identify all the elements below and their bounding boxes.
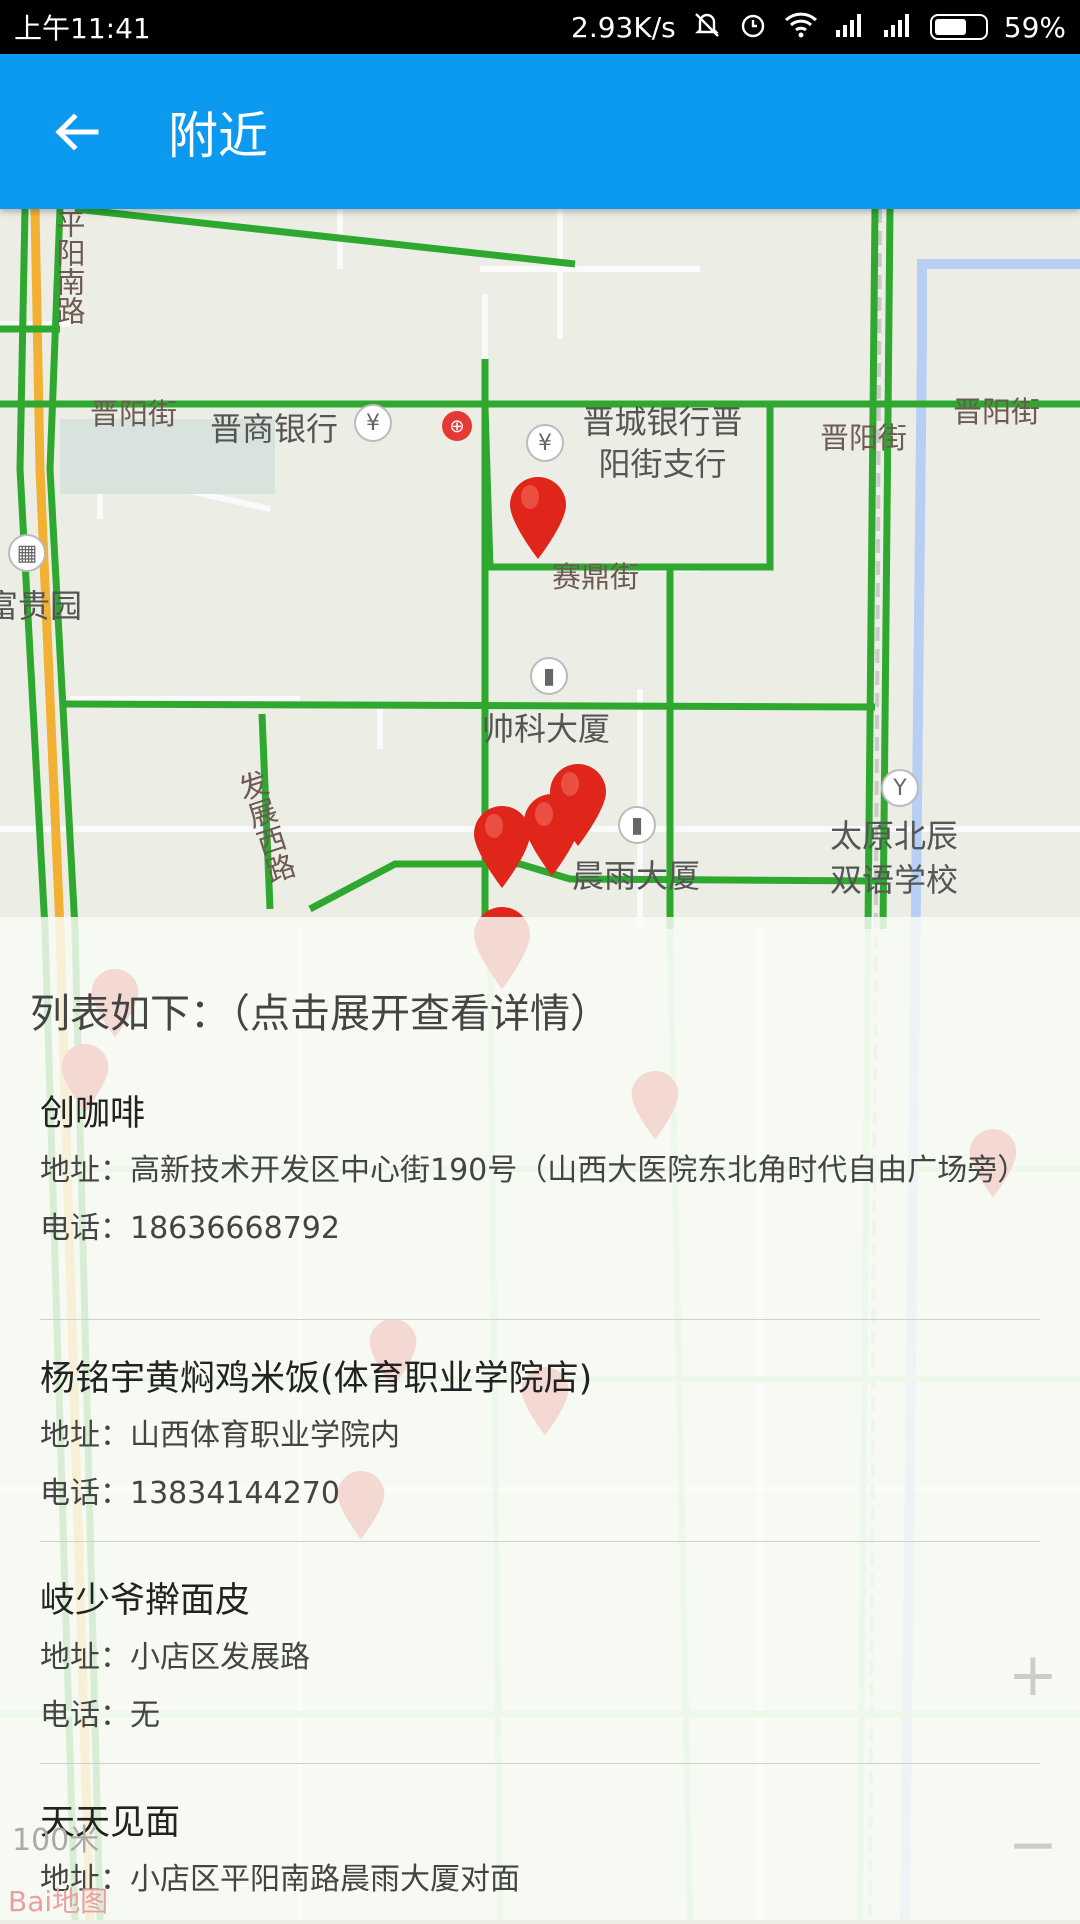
map-label-school: 太原北辰双语学校 [830, 817, 959, 899]
zoom-in-button[interactable]: + [1008, 1640, 1058, 1710]
signal-icon [882, 12, 914, 43]
alarm-icon [738, 10, 768, 45]
map-label-place: 富贵园 [0, 587, 83, 625]
map-label-road: 晋阳街 [953, 395, 1041, 429]
map-scale: 100米 [12, 1823, 100, 1858]
signal-icon [834, 12, 866, 43]
list-item[interactable]: 岐少爷擀面皮 地址：小店区发展路 电话：无 [40, 1572, 1040, 1753]
shop-name: 杨铭宇黄焖鸡米饭(体育职业学院店) [40, 1359, 593, 1399]
mute-icon [692, 10, 722, 45]
wifi-icon [784, 11, 818, 44]
divider [40, 1763, 1040, 1764]
bank-icon[interactable]: ¥ [354, 404, 392, 442]
status-bar: 上午11:41 2.93K/s 59% [0, 0, 1080, 54]
map-label-road: 晋阳街 [820, 421, 908, 455]
shop-address: 地址：小店区发展路 [40, 1640, 310, 1675]
battery-icon [929, 14, 988, 40]
shop-name: 天天见面 [40, 1803, 181, 1843]
list-item[interactable]: 天天见面 地址：小店区平阳南路晨雨大厦对面 [40, 1794, 1040, 1917]
map-label-building: 帅科大厦 [482, 710, 611, 748]
shop-name: 创咖啡 [40, 1094, 146, 1134]
net-speed: 2.93K/s [571, 10, 676, 44]
map-label-road: 平阳南路 [52, 209, 86, 325]
location-pin-icon[interactable] [548, 764, 608, 848]
status-time: 上午11:41 [14, 12, 151, 45]
zoom-out-button[interactable]: − [1008, 1810, 1058, 1880]
icbc-bank-icon[interactable]: ⊕ [442, 411, 472, 441]
school-icon[interactable]: Y [881, 769, 919, 807]
page-title: 附近 [168, 106, 268, 165]
map-label-road: 晋阳街 [90, 397, 178, 431]
location-pin-icon[interactable] [508, 477, 568, 561]
shop-phone: 电话：18636668792 [40, 1211, 340, 1246]
divider [40, 1319, 1040, 1320]
map-label-bank: 晋商银行 [210, 410, 339, 448]
bank-icon[interactable]: ¥ [526, 424, 564, 462]
map-label-bank: 晋城银行晋阳街支行 [582, 403, 743, 483]
building-icon[interactable]: ▮ [530, 657, 568, 695]
battery-percent: 59% [1003, 10, 1066, 44]
back-button[interactable] [52, 107, 102, 157]
list-item[interactable]: 创咖啡 地址：高新技术开发区中心街190号（山西大医院东北角时代自由广场旁） 电… [40, 1085, 1040, 1266]
arrow-left-icon [55, 112, 99, 151]
building-icon[interactable]: ▮ [618, 806, 656, 844]
list-heading: 列表如下：（点击展开查看详情） [30, 991, 610, 1037]
shop-phone: 电话：无 [40, 1698, 160, 1733]
list-item[interactable]: 杨铭宇黄焖鸡米饭(体育职业学院店) 地址：山西体育职业学院内 电话：138341… [40, 1350, 1040, 1531]
app-bar: 附近 [0, 54, 1080, 209]
shop-phone: 电话：13834144270 [40, 1476, 340, 1511]
building-icon[interactable]: ▦ [8, 534, 46, 572]
map-label-building: 晨雨大厦 [572, 857, 701, 895]
shop-address: 地址：小店区平阳南路晨雨大厦对面 [40, 1862, 520, 1897]
divider [40, 1541, 1040, 1542]
status-icons: 2.93K/s 59% [571, 10, 1066, 45]
map-logo: Bai地图 [8, 1885, 109, 1918]
nearby-list-panel: 列表如下：（点击展开查看详情） 创咖啡 地址：高新技术开发区中心街190号（山西… [0, 917, 1080, 1920]
shop-address: 地址：山西体育职业学院内 [40, 1418, 400, 1453]
shop-address: 地址：高新技术开发区中心街190号（山西大医院东北角时代自由广场旁） [40, 1153, 1028, 1188]
shop-name: 岐少爷擀面皮 [40, 1581, 251, 1621]
